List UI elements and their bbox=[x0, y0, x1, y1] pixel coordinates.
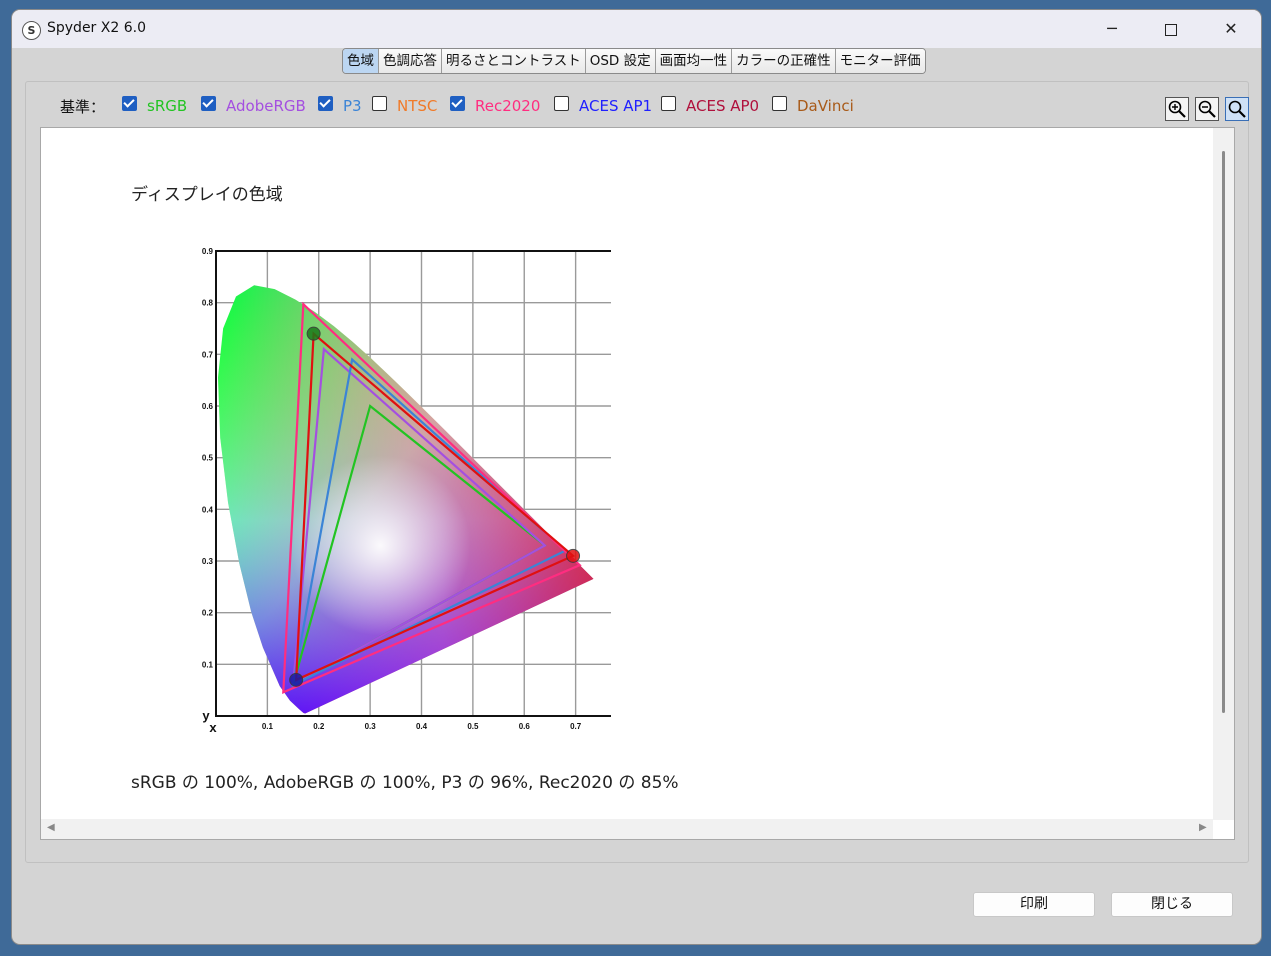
x-tick-label: 0.7 bbox=[570, 722, 582, 731]
zoom-fit-button[interactable] bbox=[1225, 97, 1249, 121]
app-window: S Spyder X2 6.0 ─ ✕ 色域 色調応答 明るさとコントラスト O… bbox=[12, 10, 1261, 944]
checkbox-box[interactable] bbox=[772, 95, 787, 111]
y-tick-label: 0.4 bbox=[202, 505, 214, 514]
x-tick-label: 0.5 bbox=[467, 722, 479, 731]
x-tick-label: 0.3 bbox=[365, 722, 377, 731]
print-button[interactable]: 印刷 bbox=[973, 892, 1095, 917]
section-title: ディスプレイの色域 bbox=[131, 185, 283, 205]
checkbox-adobergb[interactable]: AdobeRGB bbox=[201, 95, 306, 115]
minimize-button[interactable]: ─ bbox=[1083, 10, 1141, 48]
checkbox-label: Rec2020 bbox=[475, 97, 541, 115]
tab-gamut[interactable]: 色域 bbox=[343, 49, 379, 73]
y-tick-label: 0.1 bbox=[202, 660, 214, 669]
zoom-out-button[interactable] bbox=[1195, 97, 1219, 121]
checkbox-label: sRGB bbox=[147, 97, 188, 115]
scroll-left-icon[interactable]: ◀ bbox=[47, 822, 55, 833]
y-tick-label: 0.2 bbox=[202, 609, 214, 618]
window-title: Spyder X2 6.0 bbox=[47, 20, 146, 36]
coverage-result: sRGB の 100%, AdobeRGB の 100%, P3 の 96%, … bbox=[131, 773, 679, 793]
zoom-in-icon bbox=[1168, 100, 1186, 118]
close-button[interactable]: 閉じる bbox=[1111, 892, 1233, 917]
cie-chromaticity-chart: 0.1 0.2 0.3 0.4 0.5 0.6 0.7 0.8 0.1 0.2 0.3 0.4 0.5 0… bbox=[202, 247, 611, 735]
tab-monitor-rating[interactable]: モニター評価 bbox=[835, 49, 925, 73]
primary-marker bbox=[566, 548, 581, 563]
checkbox-p3[interactable]: P3 bbox=[318, 95, 362, 115]
report-view: ディスプレイの色域 0.1 0.2 0.3 0.4 0.5 0.6 0.7 0.8 0.1 0.2… bbox=[40, 127, 1235, 840]
x-axis-label: x bbox=[209, 720, 217, 735]
checkbox-aces-ap0[interactable]: ACES AP0 bbox=[661, 95, 760, 115]
vertical-scroll-thumb[interactable] bbox=[1222, 151, 1225, 713]
tab-uniformity[interactable]: 画面均一性 bbox=[655, 49, 733, 73]
tab-tone-response[interactable]: 色調応答 bbox=[379, 49, 442, 73]
zoom-out-icon bbox=[1198, 100, 1216, 118]
close-window-button[interactable]: ✕ bbox=[1202, 10, 1260, 48]
checkbox-label: NTSC bbox=[397, 97, 438, 115]
checkbox-label: ACES AP0 bbox=[686, 97, 760, 115]
checkbox-davinci[interactable]: DaVinci bbox=[772, 95, 854, 115]
y-tick-label: 0.5 bbox=[202, 454, 214, 463]
reference-row: 基準： sRGB AdobeRGB P3 NTSC Rec2020 ACES A… bbox=[60, 95, 880, 118]
title-bar: S Spyder X2 6.0 ─ ✕ bbox=[12, 10, 1261, 48]
checkbox-ntsc[interactable]: NTSC bbox=[372, 95, 438, 115]
x-tick-label: 0.2 bbox=[313, 722, 325, 731]
y-tick-label: 0.9 bbox=[202, 247, 214, 256]
checkbox-box[interactable] bbox=[122, 95, 137, 111]
tab-brightness-contrast[interactable]: 明るさとコントラスト bbox=[442, 49, 586, 73]
checkbox-box[interactable] bbox=[450, 95, 465, 111]
y-tick-label: 0.3 bbox=[202, 557, 214, 566]
checkbox-box[interactable] bbox=[372, 95, 387, 111]
y-tick-label: 0.8 bbox=[202, 299, 214, 308]
x-tick-label: 0.4 bbox=[416, 722, 428, 731]
zoom-fit-icon bbox=[1228, 100, 1246, 118]
scroll-right-icon[interactable]: ▶ bbox=[1199, 822, 1207, 833]
checkbox-box[interactable] bbox=[318, 95, 333, 111]
maximize-icon bbox=[1165, 24, 1177, 36]
y-axis-label: y bbox=[202, 708, 210, 723]
zoom-in-button[interactable] bbox=[1165, 97, 1189, 121]
x-tick-label: 0.6 bbox=[519, 722, 531, 731]
tab-osd-settings[interactable]: OSD 設定 bbox=[585, 49, 656, 73]
checkbox-box[interactable] bbox=[661, 95, 676, 111]
maximize-button[interactable] bbox=[1142, 10, 1200, 48]
checkbox-box[interactable] bbox=[201, 95, 216, 111]
horizontal-scrollbar[interactable]: ◀ ▶ bbox=[41, 819, 1213, 839]
tab-bar: 色域 色調応答 明るさとコントラスト OSD 設定 画面均一性 カラーの正確性 … bbox=[342, 48, 926, 74]
checkbox-box[interactable] bbox=[554, 95, 569, 111]
checkbox-label: ACES AP1 bbox=[579, 97, 653, 115]
primary-marker bbox=[289, 672, 304, 687]
y-tick-label: 0.6 bbox=[202, 402, 214, 411]
y-tick-label: 0.7 bbox=[202, 350, 214, 359]
reference-label: 基準： bbox=[60, 98, 106, 116]
checkbox-label: DaVinci bbox=[797, 97, 854, 115]
primary-marker bbox=[306, 326, 321, 341]
checkbox-label: P3 bbox=[343, 97, 362, 115]
spyder-logo-icon: S bbox=[22, 21, 41, 40]
checkbox-srgb[interactable]: sRGB bbox=[122, 95, 188, 115]
checkbox-aces-ap1[interactable]: ACES AP1 bbox=[554, 95, 653, 115]
tab-color-accuracy[interactable]: カラーの正確性 bbox=[732, 49, 836, 73]
checkbox-label: AdobeRGB bbox=[226, 97, 306, 115]
x-tick-label: 0.1 bbox=[262, 722, 274, 731]
checkbox-rec2020[interactable]: Rec2020 bbox=[450, 95, 541, 115]
vertical-scrollbar[interactable] bbox=[1213, 128, 1234, 820]
